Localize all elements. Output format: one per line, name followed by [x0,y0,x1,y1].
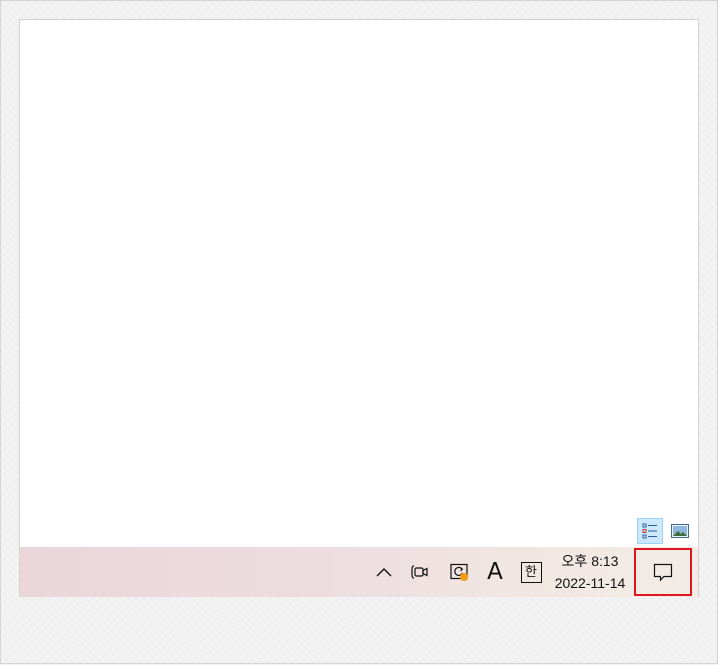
ime-label: 한 [525,564,537,580]
preview-view-button[interactable] [667,518,693,544]
show-hidden-icons-button[interactable] [368,547,400,597]
preview-view-icon [671,524,689,538]
ime-button[interactable]: 한 [512,547,550,597]
chevron-up-icon [376,568,392,577]
taskbar: A 한 오후 8:13 2022-11-14 [20,547,698,597]
clock[interactable]: 오후 8:13 2022-11-14 [550,547,630,597]
action-center-button[interactable] [634,548,692,596]
meet-now-button[interactable] [400,547,440,597]
details-view-icon [642,523,657,539]
system-tray: A 한 오후 8:13 2022-11-14 [368,547,698,597]
meet-now-icon [411,565,428,579]
desktop-area[interactable] [20,20,698,547]
ime-icon: 한 [520,561,542,583]
desktop-screen: A 한 오후 8:13 2022-11-14 [19,19,699,597]
action-center-icon [653,563,673,582]
screenshot-frame: A 한 오후 8:13 2022-11-14 [0,0,718,664]
font-button[interactable]: A [478,547,512,597]
details-view-button[interactable] [637,518,663,544]
clock-time: 오후 8:13 [561,553,619,569]
view-switcher [637,518,693,544]
clock-date: 2022-11-14 [554,575,626,591]
update-button[interactable] [440,547,478,597]
update-icon [450,563,468,581]
font-icon: A [487,559,503,585]
